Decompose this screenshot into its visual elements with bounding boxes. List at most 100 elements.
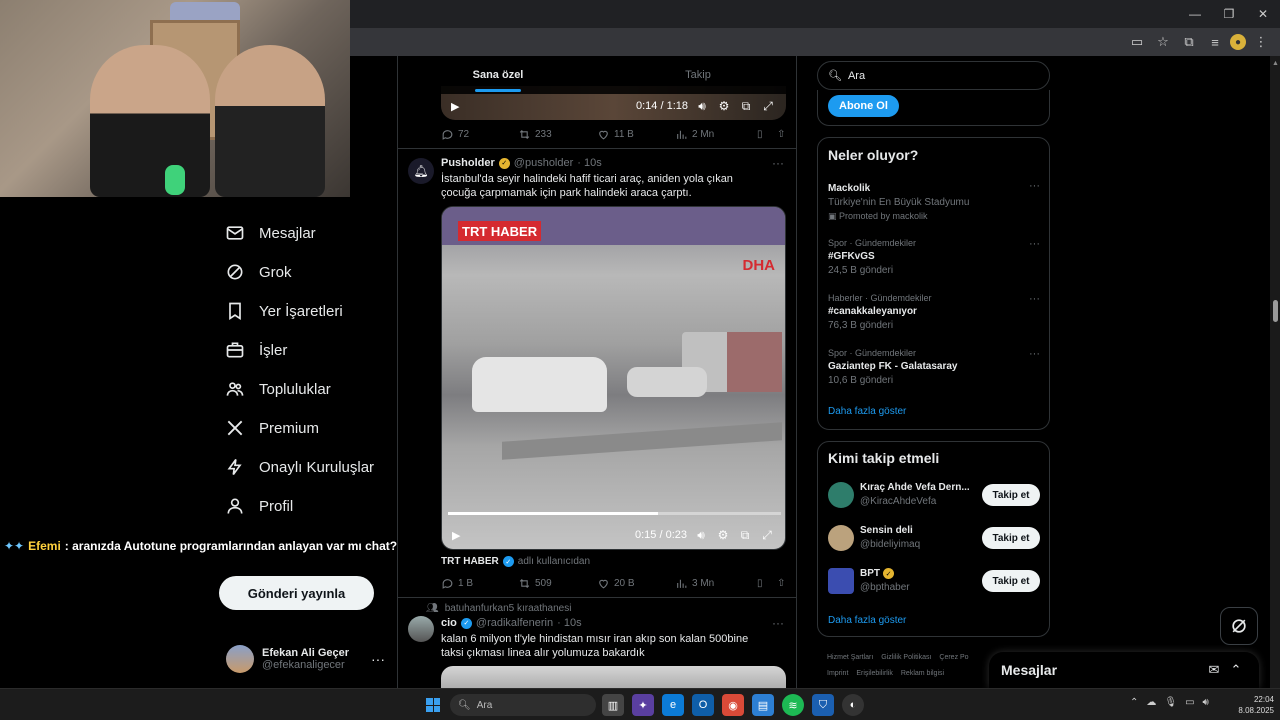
extensions-icon[interactable]: ⧉ (1178, 31, 1200, 53)
nav-item-communities[interactable]: Topluluklar (225, 374, 331, 404)
follow-button[interactable]: Takip et (982, 484, 1040, 506)
store-icon[interactable]: ⛉ (812, 694, 834, 716)
footer-link[interactable]: Hizmet Şartları (827, 654, 873, 661)
show-more-link[interactable]: Daha fazla göster (828, 406, 906, 417)
follow-button[interactable]: Takip et (982, 570, 1040, 592)
taskbar-search[interactable]: 🔍︎ Ara (450, 694, 596, 716)
restore-button[interactable]: ❐ (1212, 0, 1246, 28)
footer-link[interactable]: Gizlilik Politikası (881, 654, 931, 661)
search-input[interactable]: 🔍︎ Ara (817, 61, 1050, 90)
tab-following[interactable]: Takip (598, 56, 796, 94)
trend-item[interactable]: Haberler · Gündemdekiler #canakkaleyanıy… (828, 293, 1040, 331)
subscribe-button[interactable]: Abone Ol (828, 95, 899, 117)
avatar[interactable] (408, 616, 434, 642)
outlook-icon[interactable]: O (692, 694, 714, 716)
more-dots-icon[interactable]: ··· (772, 616, 784, 630)
nav-item-jobs[interactable]: İşler (225, 335, 287, 365)
video-player[interactable]: TRT HABER DHA ▶ 0:15 / 0:23 🔊︎ ⚙ ⧉ ⤢ (441, 206, 786, 550)
copilot-icon[interactable]: ✦ (632, 694, 654, 716)
views-button[interactable]: 2 Mn (675, 128, 757, 141)
follow-suggestion[interactable]: Kıraç Ahde Vefa Dern... @KiracAhdeVefa T… (828, 480, 1040, 510)
close-window-button[interactable]: ✕ (1246, 0, 1280, 28)
tab-search-icon[interactable]: ≡ (1204, 31, 1226, 53)
bookmark-star-icon[interactable]: ☆ (1152, 31, 1174, 53)
nav-item-messages[interactable]: Mesajlar (225, 218, 316, 248)
footer-link[interactable]: Reklam bilgisi (901, 670, 944, 677)
play-icon[interactable]: ▶ (451, 100, 465, 113)
account-switcher[interactable]: Efekan Ali Geçer @efekanaligecer ··· (226, 643, 386, 675)
messages-drawer[interactable]: Mesajlar ✉ ⌃ (989, 652, 1259, 688)
pip-icon[interactable]: ⧉ (738, 99, 754, 114)
footer-link[interactable]: Erişilebilirlik (856, 670, 893, 677)
taskbar-clock[interactable]: 22:04 8.08.2025 (1228, 694, 1274, 716)
more-dots-icon[interactable]: ··· (1029, 293, 1040, 305)
volume-icon[interactable]: 🔊︎ (693, 528, 709, 543)
chrome-icon[interactable]: ◉ (722, 694, 744, 716)
share-button[interactable]: ⇧ (777, 578, 785, 589)
views-button[interactable]: 3 Mn (675, 577, 757, 590)
tab-for-you[interactable]: Sana özel (398, 56, 598, 94)
like-button[interactable]: 20 B (597, 577, 675, 590)
new-message-icon[interactable]: ✉ (1203, 662, 1225, 678)
author-handle[interactable]: @pusholder (514, 157, 573, 169)
more-dots-icon[interactable]: ··· (1029, 180, 1040, 192)
fullscreen-icon[interactable]: ⤢ (759, 528, 775, 543)
notepad-icon[interactable]: ▤ (752, 694, 774, 716)
repost-button[interactable]: 233 (518, 128, 597, 141)
edge-icon[interactable]: e (662, 694, 684, 716)
footer-link[interactable]: Imprint (827, 670, 848, 677)
browser-menu-icon[interactable]: ⋮ (1250, 31, 1272, 53)
tweet-media[interactable] (441, 666, 786, 688)
more-dots-icon[interactable]: ··· (371, 651, 385, 667)
follow-button[interactable]: Takip et (982, 527, 1040, 549)
suggested-name[interactable]: Sensin deli (860, 525, 913, 536)
obs-icon[interactable]: ◐ (842, 694, 864, 716)
nav-item-verified-orgs[interactable]: Onaylı Kuruluşlar (225, 452, 374, 482)
trend-item[interactable]: Mackolik Türkiye'nin En Büyük Stadyumu ▣… (828, 180, 1040, 222)
fullscreen-icon[interactable]: ⤢ (760, 99, 776, 114)
follow-suggestion[interactable]: BPT ✓ @bpthaber Takip et (828, 566, 1040, 596)
scrollbar-thumb[interactable] (1273, 300, 1278, 322)
display-icon[interactable]: ▭ (1185, 697, 1194, 708)
post-button[interactable]: Gönderi yayınla (219, 576, 374, 610)
page-scrollbar[interactable]: ▲ (1270, 56, 1280, 688)
author-name[interactable]: cio (441, 617, 457, 629)
scroll-up-icon[interactable]: ▲ (1272, 60, 1279, 67)
nav-item-profile[interactable]: Profil (225, 491, 293, 521)
nav-item-premium[interactable]: Premium (225, 413, 319, 443)
cloud-icon[interactable]: ☁ (1146, 697, 1156, 708)
grok-button[interactable] (1220, 607, 1258, 645)
bookmark-tweet-button[interactable]: ▯ (757, 578, 777, 589)
nav-item-grok[interactable]: Grok (225, 257, 292, 287)
share-button[interactable]: ⇧ (777, 129, 785, 140)
trend-item[interactable]: Spor · Gündemdekiler Gaziantep FK - Gala… (828, 348, 1040, 386)
author-name[interactable]: Pusholder (441, 157, 495, 169)
settings-gear-icon[interactable]: ⚙ (716, 99, 732, 113)
author-handle[interactable]: @radikalfenerin (476, 617, 553, 629)
suggested-name[interactable]: BPT ✓ (860, 568, 894, 579)
reposted-by[interactable]: batuhanfurkan5 kıraathanesi (445, 603, 572, 614)
follow-suggestion[interactable]: Sensin deli @bideliyimaq Takip et (828, 523, 1040, 553)
nav-item-bookmarks[interactable]: Yer İşaretleri (225, 296, 343, 326)
chevron-up-icon[interactable]: ⌃ (1225, 662, 1247, 678)
minimize-button[interactable]: — (1178, 0, 1212, 28)
more-dots-icon[interactable]: ··· (1029, 348, 1040, 360)
windows-start-icon[interactable] (426, 698, 440, 712)
cast-icon[interactable]: ▭ (1126, 31, 1148, 53)
repost-button[interactable]: 509 (518, 577, 597, 590)
suggested-name[interactable]: Kıraç Ahde Vefa Dern... (860, 482, 970, 493)
bookmark-tweet-button[interactable]: ▯ (757, 129, 777, 140)
mic-icon[interactable]: 🎙︎ (1164, 697, 1177, 708)
browser-profile-icon[interactable]: ● (1230, 34, 1246, 50)
volume-icon[interactable]: 🔊︎ (694, 99, 710, 114)
footer-link[interactable]: Çerez Po (939, 654, 968, 661)
reply-button[interactable]: 1 B (441, 577, 518, 590)
show-more-link[interactable]: Daha fazla göster (828, 615, 906, 626)
source-name[interactable]: TRT HABER (441, 556, 499, 567)
more-dots-icon[interactable]: ··· (1029, 238, 1040, 250)
play-icon[interactable]: ▶ (452, 529, 466, 542)
more-dots-icon[interactable]: ··· (772, 156, 784, 170)
reply-button[interactable]: 72 (441, 128, 518, 141)
task-view-icon[interactable]: ▥ (602, 694, 624, 716)
avatar[interactable]: 🔔︎ (408, 158, 434, 184)
